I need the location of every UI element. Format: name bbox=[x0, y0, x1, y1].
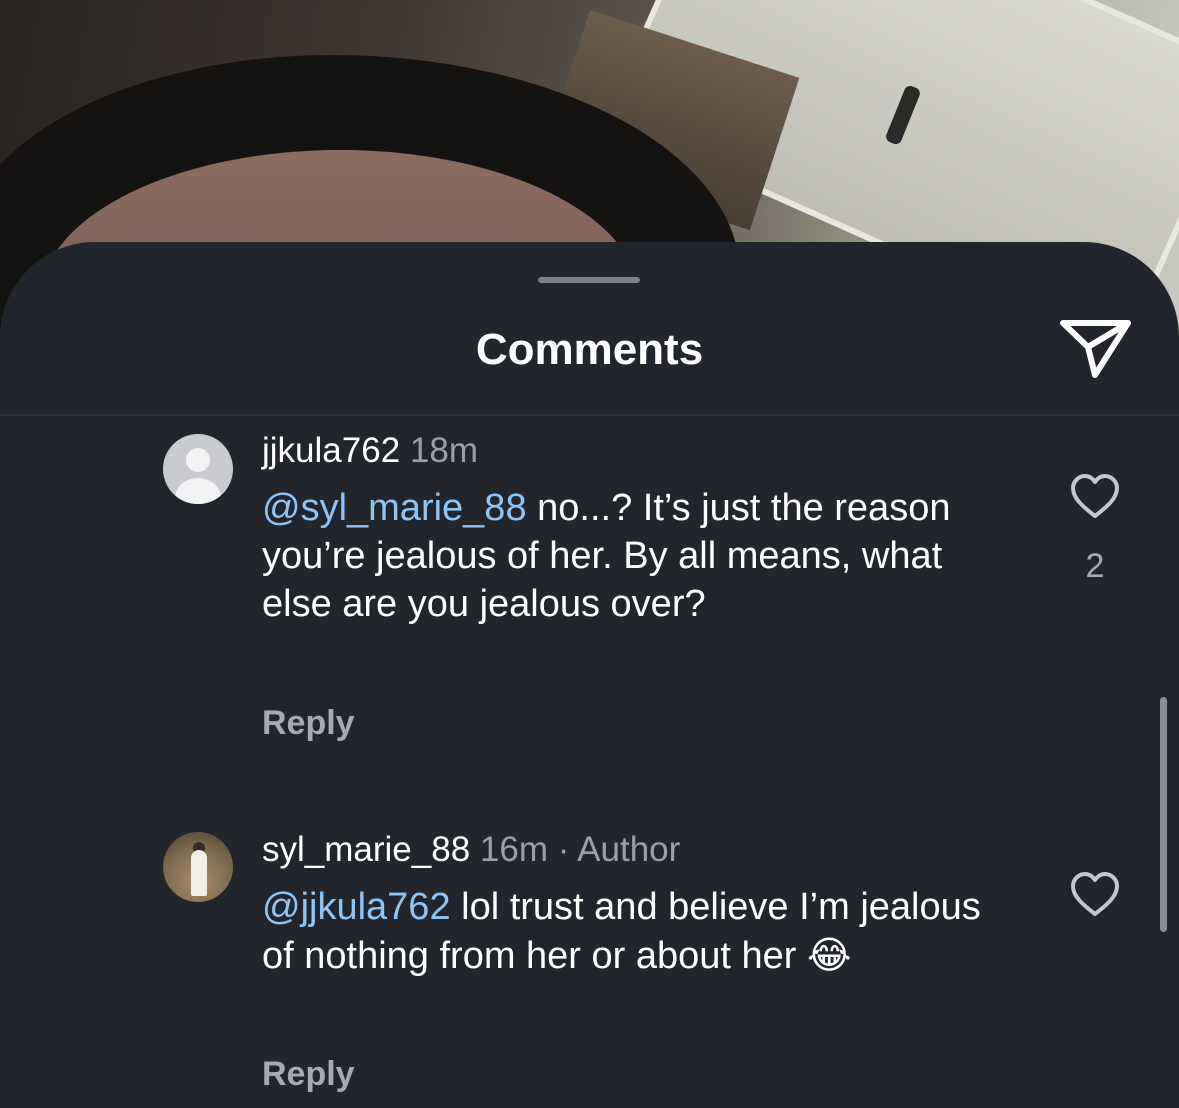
laughing-tears-emoji: 😂 bbox=[807, 933, 852, 977]
comment-username[interactable]: syl_marie_88 bbox=[262, 830, 470, 869]
reply-button[interactable]: Reply bbox=[262, 1054, 355, 1094]
comment-mention[interactable]: @jjkula762 bbox=[262, 886, 451, 928]
comment-text: @syl_marie_88 no...? It’s just the reaso… bbox=[262, 484, 982, 628]
comment-meta: syl_marie_88 16m · Author bbox=[262, 829, 680, 871]
comments-sheet: Comments jjkula762 18m @syl_marie_88 no.… bbox=[0, 242, 1179, 1108]
comment-time: 18m bbox=[409, 431, 478, 470]
header-divider bbox=[0, 414, 1179, 416]
comment-meta: jjkula762 18m bbox=[262, 430, 478, 472]
scrollbar[interactable] bbox=[1160, 697, 1167, 932]
comment-text: @jjkula762 lol trust and believe I’m jea… bbox=[262, 883, 982, 980]
author-badge: Author bbox=[577, 830, 681, 869]
person-placeholder-body bbox=[175, 478, 221, 504]
avatar[interactable] bbox=[163, 832, 233, 902]
person-placeholder-icon bbox=[186, 448, 210, 472]
instagram-comments-screen: Comments jjkula762 18m @syl_marie_88 no.… bbox=[0, 0, 1179, 1108]
like-count: 2 bbox=[1085, 547, 1105, 585]
avatar[interactable] bbox=[163, 434, 233, 504]
comment-mention[interactable]: @syl_marie_88 bbox=[262, 487, 527, 529]
sheet-title: Comments bbox=[475, 325, 704, 374]
heart-outline-icon[interactable] bbox=[1070, 474, 1120, 520]
heart-outline-icon[interactable] bbox=[1070, 872, 1120, 918]
sheet-drag-handle[interactable] bbox=[538, 277, 640, 283]
reply-button[interactable]: Reply bbox=[262, 703, 355, 743]
avatar-photo-figure bbox=[191, 850, 207, 896]
paper-plane-icon[interactable] bbox=[1058, 317, 1134, 381]
comment-time: 16m bbox=[479, 830, 548, 869]
meta-separator: · bbox=[547, 830, 578, 869]
comment-username[interactable]: jjkula762 bbox=[262, 431, 400, 470]
